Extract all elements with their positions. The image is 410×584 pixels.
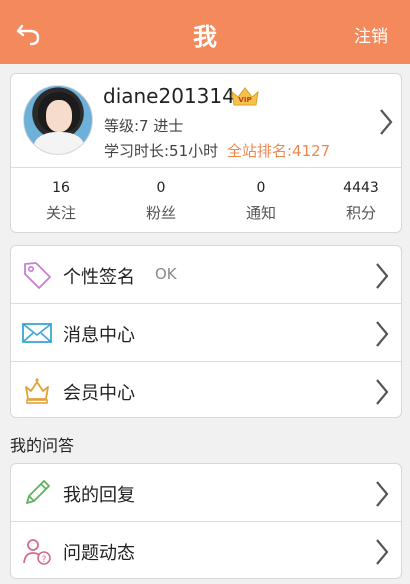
menu-item-label: 个性签名 <box>63 267 135 288</box>
menu-item-my-replies[interactable]: 我的回复 <box>11 464 401 522</box>
stat-value: 4443 <box>343 180 379 196</box>
logout-button[interactable]: 注销 <box>354 22 388 47</box>
svg-text:?: ? <box>42 555 47 565</box>
section-title-my-qa: 我的问答 <box>10 436 75 455</box>
menu-item-label: 我的回复 <box>63 485 135 506</box>
vip-label: VIP <box>238 96 251 104</box>
study-time: 学习时长:51小时 <box>104 142 219 160</box>
app-header: 我 注销 <box>0 0 410 64</box>
page-title: 我 <box>193 23 217 51</box>
chevron-right-icon[interactable] <box>377 107 395 137</box>
qa-menu: 我的回复 ? 问题动态 <box>10 463 402 579</box>
chevron-right-icon <box>376 321 389 347</box>
chevron-right-icon <box>376 539 389 565</box>
avatar[interactable] <box>23 85 93 155</box>
stat-points[interactable]: 4443 积分 <box>311 180 410 223</box>
crown-icon <box>25 378 49 404</box>
envelope-icon <box>22 323 52 343</box>
signature-value: OK <box>155 265 177 283</box>
stat-value: 0 <box>156 180 166 196</box>
user-question-icon: ? <box>23 539 51 565</box>
user-level: 等级:7 进士 <box>104 117 184 135</box>
settings-menu: 个性签名 OK 消息中心 会员中心 <box>10 245 402 418</box>
vip-crown-icon: VIP <box>231 87 259 106</box>
stat-label: 关注 <box>45 204 76 222</box>
menu-item-messages[interactable]: 消息中心 <box>11 303 401 361</box>
chevron-right-icon <box>376 481 389 507</box>
menu-item-question-activity[interactable]: ? 问题动态 <box>11 521 401 579</box>
menu-item-label: 问题动态 <box>63 543 135 564</box>
stat-following[interactable]: 16 关注 <box>11 180 111 223</box>
stat-value: 16 <box>52 180 70 196</box>
menu-item-signature[interactable]: 个性签名 OK <box>11 246 401 304</box>
stat-label: 通知 <box>245 204 276 222</box>
chevron-right-icon <box>376 263 389 289</box>
username: diane201314 <box>103 84 235 108</box>
tag-icon <box>24 262 51 289</box>
divider <box>11 167 401 168</box>
site-rank: 全站排名:4127 <box>227 142 331 160</box>
pencil-icon <box>26 480 50 504</box>
stat-value: 0 <box>256 180 266 196</box>
stat-label: 粉丝 <box>145 204 176 222</box>
menu-item-label: 会员中心 <box>63 383 135 404</box>
stat-label: 积分 <box>345 204 376 222</box>
menu-item-label: 消息中心 <box>63 325 135 346</box>
chevron-right-icon <box>376 379 389 405</box>
profile-card[interactable]: diane201314 VIP 等级:7 进士 学习时长:51小时 全站排名:4… <box>10 73 402 233</box>
stat-followers[interactable]: 0 粉丝 <box>111 180 211 223</box>
stat-notifications[interactable]: 0 通知 <box>211 180 311 223</box>
menu-item-member[interactable]: 会员中心 <box>11 361 401 419</box>
